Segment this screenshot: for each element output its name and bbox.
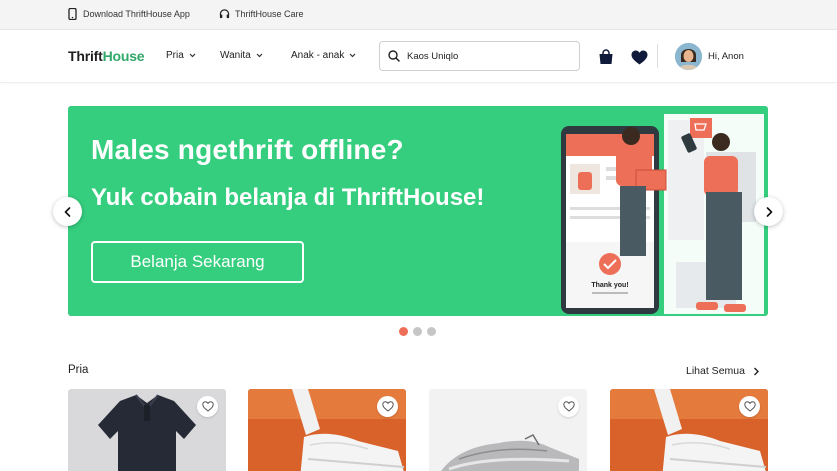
search-input[interactable]	[407, 50, 567, 62]
chevron-down-icon	[189, 53, 196, 58]
carousel-dot-1[interactable]	[399, 327, 408, 336]
heart-outline-icon	[562, 401, 575, 412]
logo-part2: House	[102, 48, 145, 64]
avatar[interactable]	[675, 43, 702, 70]
banner-illustration: Thank you!	[561, 114, 764, 314]
menu-pria-label: Pria	[166, 50, 184, 61]
product-card[interactable]	[68, 389, 226, 471]
carousel-dot-3[interactable]	[427, 327, 436, 336]
product-card[interactable]	[248, 389, 406, 471]
favorite-button[interactable]	[377, 396, 398, 417]
see-all-link[interactable]: Lihat Semua	[686, 365, 760, 377]
illustration-thank-you: Thank you!	[591, 282, 628, 289]
logo-part1: Thrift	[68, 48, 103, 64]
search-icon	[388, 50, 400, 62]
chevron-left-icon	[64, 206, 70, 217]
user-greeting[interactable]: Hi, Anon	[708, 51, 744, 62]
favorite-button[interactable]	[739, 396, 760, 417]
section-title: Pria	[68, 364, 89, 376]
carousel-dots	[399, 327, 436, 336]
search-box[interactable]	[379, 41, 580, 71]
headset-icon	[219, 9, 230, 19]
carousel-next-button[interactable]	[754, 197, 783, 226]
banner-headline: Males ngethrift offline?	[91, 134, 404, 165]
main-navbar: ThriftHouse Pria Wanita Anak - anak Hi, …	[0, 30, 837, 83]
download-app-link[interactable]: Download ThriftHouse App	[67, 8, 190, 20]
care-label: ThriftHouse Care	[235, 9, 304, 19]
top-bar: Download ThriftHouse App ThriftHouse Car…	[0, 0, 837, 30]
heart-outline-icon	[201, 401, 214, 412]
shopping-bag-icon	[599, 49, 613, 64]
chevron-down-icon	[349, 53, 356, 58]
wishlist-button[interactable]	[630, 48, 648, 66]
menu-wanita-label: Wanita	[220, 50, 251, 61]
menu-anak-label: Anak - anak	[291, 50, 345, 61]
menu-wanita[interactable]: Wanita	[220, 50, 263, 61]
hero-banner: Males ngethrift offline? Yuk cobain bela…	[68, 106, 768, 316]
carousel-prev-button[interactable]	[53, 197, 82, 226]
nav-divider	[657, 44, 658, 68]
product-card[interactable]	[610, 389, 768, 471]
heart-outline-icon	[743, 401, 756, 412]
heart-icon	[631, 50, 647, 64]
banner-subheadline: Yuk cobain belanja di ThriftHouse!	[91, 184, 485, 211]
menu-pria[interactable]: Pria	[166, 50, 196, 61]
logo[interactable]: ThriftHouse	[68, 48, 145, 64]
product-card[interactable]	[429, 389, 587, 471]
care-link[interactable]: ThriftHouse Care	[219, 8, 304, 20]
chevron-right-icon	[766, 206, 772, 217]
carousel-dot-2[interactable]	[413, 327, 422, 336]
heart-outline-icon	[381, 401, 394, 412]
phone-icon	[68, 8, 77, 20]
download-app-label: Download ThriftHouse App	[83, 9, 190, 19]
menu-anak[interactable]: Anak - anak	[291, 50, 356, 61]
avatar-image	[675, 43, 702, 70]
favorite-button[interactable]	[558, 396, 579, 417]
cart-button[interactable]	[597, 48, 615, 66]
favorite-button[interactable]	[197, 396, 218, 417]
shop-now-button[interactable]: Belanja Sekarang	[91, 241, 304, 283]
chevron-down-icon	[256, 53, 263, 58]
chevron-right-icon	[753, 367, 759, 375]
see-all-label: Lihat Semua	[686, 365, 745, 377]
